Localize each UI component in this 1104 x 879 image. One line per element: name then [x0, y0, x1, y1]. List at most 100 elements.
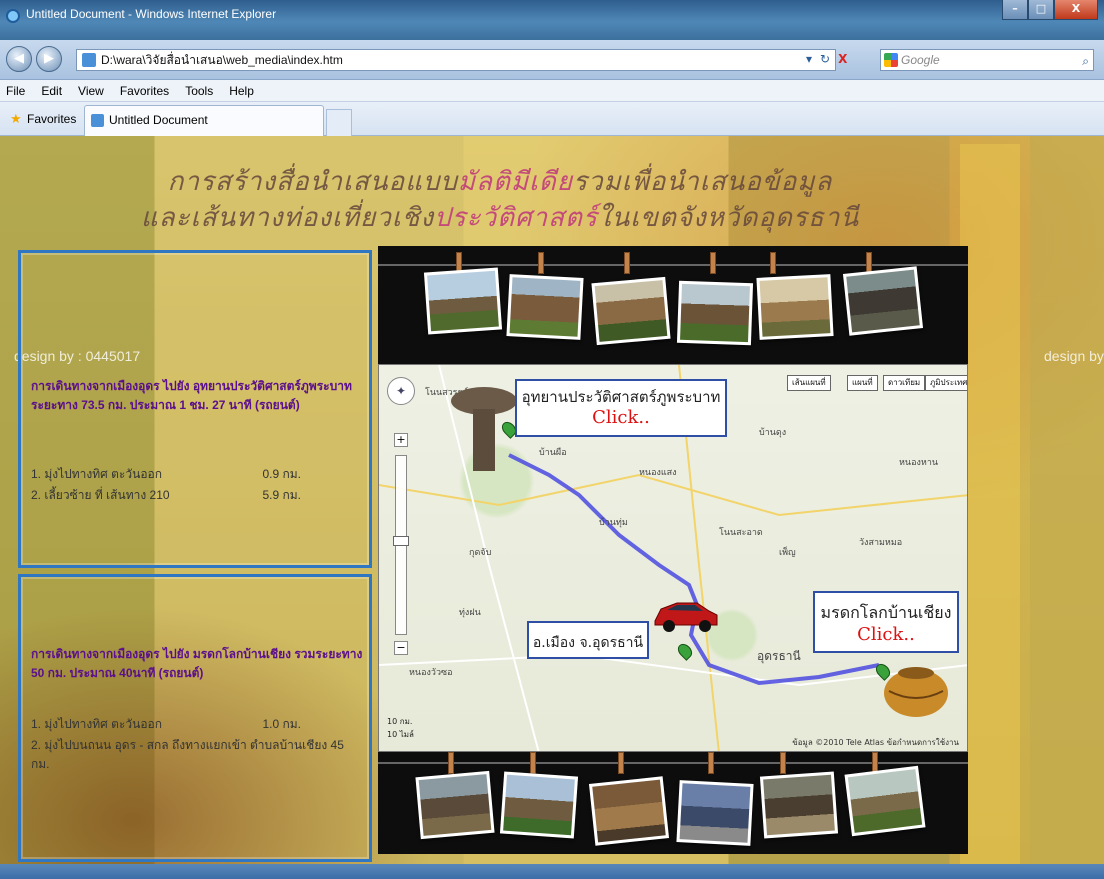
clothespin-icon — [710, 252, 716, 274]
photo-image — [427, 270, 499, 332]
photo-image — [759, 277, 831, 337]
title-text: ในเขตจังหวัดอุดรธานี — [597, 203, 860, 233]
car-icon — [654, 602, 718, 632]
back-button[interactable]: ◀ — [6, 46, 32, 72]
photo-thumbnail[interactable] — [506, 274, 584, 340]
callout-phu-phrabat[interactable]: อุทยานประวัติศาสตร์ภูพระบาท Click.. — [515, 379, 727, 437]
photo-thumbnail[interactable] — [676, 280, 754, 346]
clothespin-icon — [780, 752, 786, 774]
taskbar — [0, 864, 1104, 879]
step-distance: 5.9 กม. — [262, 488, 301, 502]
photo-thumbnail[interactable] — [499, 771, 579, 839]
map-label: กุดจับ — [469, 548, 492, 558]
photo-image — [680, 283, 750, 343]
map-type-button[interactable]: เส้นแผนที่ — [787, 375, 831, 391]
callout-mueang-udon[interactable]: อ.เมือง จ.อุดรธานี — [527, 621, 649, 659]
map-label: โนนสะอาด — [719, 528, 763, 538]
zoom-slider-knob[interactable] — [393, 536, 409, 546]
photo-thumbnail[interactable] — [756, 274, 834, 340]
background-block — [960, 144, 1020, 864]
zoom-slider[interactable] — [393, 455, 409, 635]
zoom-in-button[interactable]: + — [394, 433, 408, 447]
menu-favorites[interactable]: Favorites — [120, 84, 169, 98]
photo-image — [503, 774, 575, 836]
clothespin-icon — [708, 752, 714, 774]
refresh-icon[interactable]: ↻ — [820, 52, 830, 66]
favorites-label: Favorites — [27, 112, 77, 126]
photo-thumbnail[interactable] — [591, 276, 671, 346]
menu-file[interactable]: File — [6, 84, 25, 98]
map-label: หนองวัวซอ — [409, 668, 453, 678]
address-dropdown-icon[interactable]: ▾ — [806, 52, 812, 66]
photo-thumbnail[interactable] — [415, 770, 495, 840]
zoom-out-button[interactable]: − — [394, 641, 408, 655]
photo-thumbnail[interactable] — [842, 266, 924, 336]
page-icon — [91, 114, 104, 127]
route-panel-ban-chiang: การเดินทางจากเมืองอุดร ไปยัง มรดกโลกบ้าน… — [18, 574, 372, 862]
step-distance: 0.9 กม. — [262, 467, 301, 481]
step-text: 1. มุ่งไปทางทิศ ตะวันออก — [31, 717, 162, 731]
title-text: รวมเพื่อนำเสนอข้อมูล — [572, 167, 833, 197]
search-icon[interactable]: ⌕ — [1082, 51, 1089, 71]
photo-thumbnail[interactable] — [676, 780, 754, 846]
clothespin-icon — [530, 752, 536, 774]
map-type-button[interactable]: ดาวเทียม — [883, 375, 926, 391]
route-map[interactable]: ✦ + − เส้นแผนที่ แผนที่ ดาวเทียม ภูมิประ… — [378, 364, 968, 752]
route-summary: การเดินทางจากเมืองอุดร ไปยัง มรดกโลกบ้าน… — [31, 647, 363, 680]
close-button[interactable]: X — [1054, 0, 1098, 20]
title-line-2: และเส้นทางท่องเที่ยวเชิงประวัติศาสตร์ในเ… — [110, 200, 890, 236]
title-text: การสร้างสื่อนำเสนอแบบ — [167, 167, 458, 197]
click-link[interactable]: Click.. — [517, 409, 725, 427]
route-step: 1. มุ่งไปทางทิศ ตะวันออก 1.0 กม. — [31, 715, 301, 734]
favorites-button[interactable]: ★ Favorites — [10, 111, 76, 127]
title-accent: ประวัติศาสตร์ — [434, 203, 598, 233]
address-bar[interactable]: D:\wara\วิจัยสื่อนำเสนอ\web_media\index.… — [76, 49, 836, 71]
photo-thumbnail[interactable] — [844, 765, 926, 837]
map-label: ทุ่งฝน — [459, 608, 481, 618]
photo-image — [418, 774, 492, 836]
stop-icon[interactable]: X — [838, 52, 847, 66]
menu-bar: File Edit View Favorites Tools Help — [0, 80, 1104, 102]
menu-tools[interactable]: Tools — [185, 84, 213, 98]
strip-cord — [378, 264, 968, 266]
route-step: 2. มุ่งไปบนถนน อุดร - สกล ถึงทางแยกเข้า … — [31, 736, 361, 774]
clothespin-icon — [538, 252, 544, 274]
map-attribution: ข้อมูล ©2010 Tele Atlas ข้อกำหนดการใช้งา… — [792, 738, 959, 747]
step-text: 1. มุ่งไปทางทิศ ตะวันออก — [31, 467, 162, 481]
window-title: Untitled Document - Windows Internet Exp… — [26, 7, 277, 21]
window-controls: – □ X — [1002, 0, 1098, 20]
ie-logo-icon — [6, 9, 20, 23]
new-tab-button[interactable] — [326, 109, 352, 136]
tab-label: Untitled Document — [109, 113, 208, 127]
pottery-image[interactable] — [881, 661, 951, 721]
photo-image — [763, 774, 835, 836]
photo-thumbnail[interactable] — [588, 776, 670, 846]
menu-edit[interactable]: Edit — [41, 84, 62, 98]
callout-title: อุทยานประวัติศาสตร์ภูพระบาท — [521, 388, 721, 406]
menu-help[interactable]: Help — [229, 84, 254, 98]
map-type-button[interactable]: ภูมิประเทศ — [925, 375, 967, 391]
map-type-button[interactable]: แผนที่ — [847, 375, 878, 391]
photo-image — [592, 779, 666, 843]
star-icon: ★ — [10, 111, 22, 126]
route-step: 2. เลี้ยวซ้าย ที่ เส้นทาง 210 5.9 กม. — [31, 486, 301, 505]
photo-thumbnail[interactable] — [423, 267, 503, 335]
search-input[interactable]: Google ⌕ — [880, 49, 1094, 71]
photo-thumbnail[interactable] — [759, 771, 839, 839]
title-line-1: การสร้างสื่อนำเสนอแบบมัลติมีเดียรวมเพื่อ… — [110, 164, 890, 200]
menu-view[interactable]: View — [78, 84, 104, 98]
photo-image — [679, 783, 751, 843]
title-accent: มัลติมีเดีย — [457, 167, 573, 197]
map-label: หนองหาน — [899, 458, 939, 468]
tab-untitled-document[interactable]: Untitled Document — [84, 105, 324, 136]
minimize-button[interactable]: – — [1002, 0, 1028, 20]
callout-ban-chiang[interactable]: มรดกโลกบ้านเชียง Click.. — [813, 591, 959, 653]
callout-title: มรดกโลกบ้านเชียง — [820, 603, 952, 622]
navigation-bar: ◀ ▶ D:\wara\วิจัยสื่อนำเสนอ\web_media\in… — [0, 40, 1104, 80]
route-panel-phu-phrabat: การเดินทางจากเมืองอุดร ไปยัง อุทยานประวั… — [18, 250, 372, 568]
click-link[interactable]: Click.. — [815, 626, 957, 644]
map-pan-control[interactable]: ✦ — [387, 377, 415, 405]
forward-button[interactable]: ▶ — [36, 46, 62, 72]
maximize-button[interactable]: □ — [1028, 0, 1054, 20]
map-scale: 10 กม. 10 ไมล์ — [387, 715, 414, 741]
